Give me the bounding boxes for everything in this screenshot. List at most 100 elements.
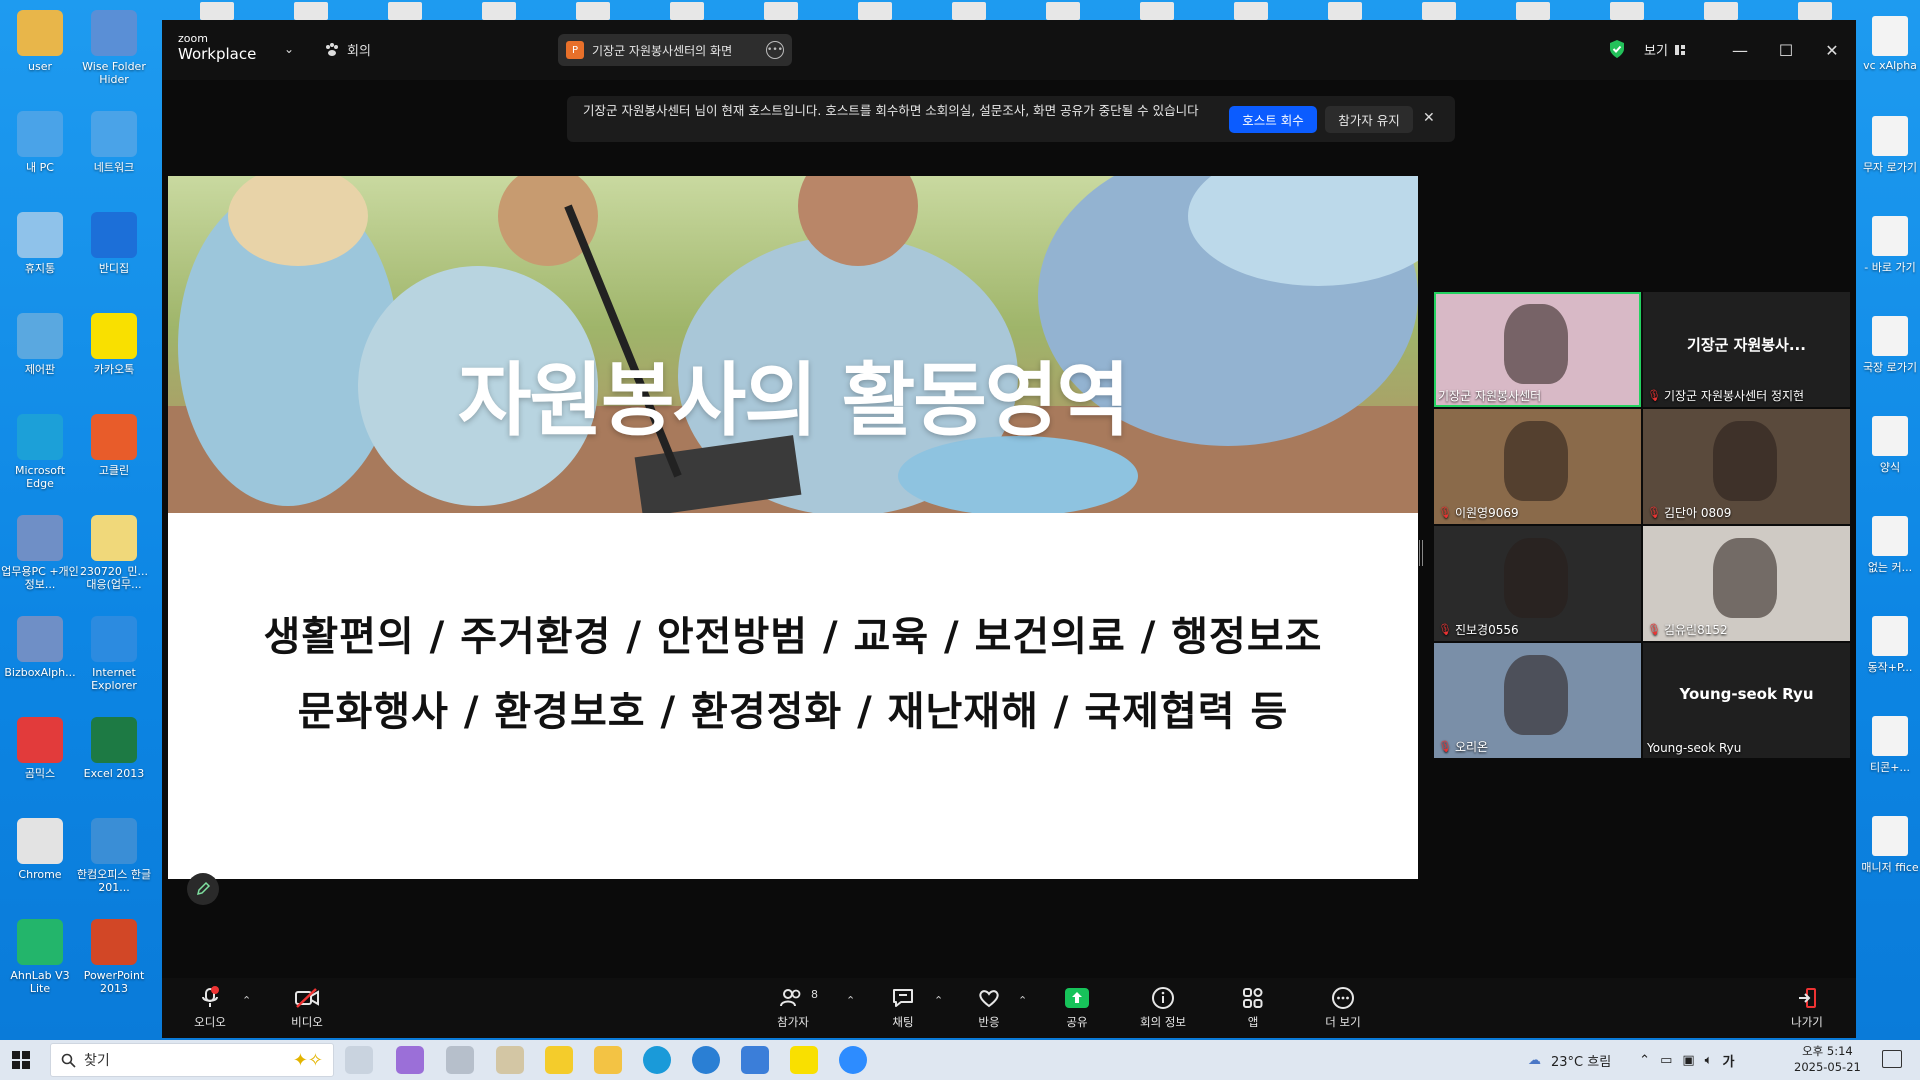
edge-icon <box>17 414 63 460</box>
shared-slide: 자원봉사의 활동영역 생활편의 / 주거환경 / 안전방범 / 교육 / 보건의… <box>168 176 1418 879</box>
participant-tile[interactable]: 🎙︎ 이원영9069 <box>1434 409 1641 524</box>
desktop-icon-label: 곰믹스 <box>24 767 56 780</box>
share-button[interactable]: 공유 <box>1042 986 1112 1030</box>
desktop-icon[interactable]: 카카오톡 <box>74 313 154 376</box>
view-button[interactable]: 보기 <box>1644 40 1686 59</box>
kakaotalk-taskbar-icon[interactable] <box>790 1046 818 1074</box>
reactions-options-caret[interactable]: ⌃ <box>1018 994 1027 1007</box>
desktop-icon[interactable]: 반디집 <box>74 212 154 275</box>
desktop-icon[interactable]: 티콘+... <box>1860 716 1920 775</box>
desktop-icon[interactable]: Microsoft Edge <box>0 414 80 490</box>
snipping-tool-icon[interactable] <box>446 1046 474 1074</box>
tray-chevron-icon[interactable]: ⌃ <box>1639 1053 1650 1068</box>
participant-tile[interactable]: 기장군 자원봉사센터 <box>1434 292 1641 407</box>
taskbar-search[interactable]: 찾기 ✦✧ <box>50 1043 334 1077</box>
meeting-tab[interactable]: 회의 <box>324 40 371 59</box>
paint-icon[interactable] <box>496 1046 524 1074</box>
desktop-icon[interactable]: 없는 커... <box>1860 516 1920 575</box>
chat-options-caret[interactable]: ⌃ <box>934 994 943 1007</box>
reactions-button[interactable]: 반응 <box>954 986 1024 1030</box>
video-button[interactable]: 비디오 <box>272 986 342 1030</box>
zoom-logo[interactable]: zoom Workplace <box>178 33 256 64</box>
participant-tile[interactable]: 🎙︎ 김단아 0809 <box>1643 409 1850 524</box>
leave-button[interactable]: 나가기 <box>1772 986 1842 1030</box>
clock[interactable]: 오후 5:14 2025-05-21 <box>1794 1043 1861 1075</box>
desktop-icon[interactable]: 무자 로가기 <box>1860 116 1920 175</box>
close-window-button[interactable]: ✕ <box>1814 34 1850 66</box>
participant-tile[interactable]: 🎙︎ 오리온 <box>1434 643 1641 758</box>
file-explorer-icon[interactable] <box>594 1046 622 1074</box>
phone-icon[interactable] <box>741 1046 769 1074</box>
desktop-icon[interactable]: 국장 로가기 <box>1860 316 1920 375</box>
reclaim-host-button[interactable]: 호스트 회수 <box>1229 106 1317 133</box>
desktop-icon[interactable]: PowerPoint 2013 <box>74 919 154 995</box>
desktop-icon[interactable]: Wise Folder Hider <box>74 10 154 86</box>
desktop-icon-label: 카카오톡 <box>93 363 135 376</box>
desktop-icon[interactable]: Chrome <box>0 818 80 881</box>
participant-tile[interactable]: 기장군 자원봉사... 🎙︎ 기장군 자원봉사센터 정지현 <box>1643 292 1850 407</box>
desktop-icon[interactable]: user <box>0 10 80 73</box>
messenger-icon[interactable] <box>692 1046 720 1074</box>
desktop-icon[interactable]: 내 PC <box>0 111 80 174</box>
weather-text[interactable]: 23°C 흐림 <box>1551 1051 1611 1070</box>
minimize-button[interactable]: — <box>1722 34 1758 66</box>
participants-label: 참가자 <box>777 1015 809 1029</box>
apps-button[interactable]: 앱 <box>1218 986 1288 1030</box>
desktop-icon-label: Excel 2013 <box>83 767 145 780</box>
task-view-icon[interactable] <box>345 1046 373 1074</box>
annotate-pen-button[interactable] <box>187 873 219 905</box>
keep-participant-button[interactable]: 참가자 유지 <box>1325 106 1413 133</box>
edge-taskbar-icon[interactable] <box>643 1046 671 1074</box>
desktop-icon[interactable]: 동작+P... <box>1860 616 1920 675</box>
zoom-titlebar: zoom Workplace ⌄ 회의 P 기장군 자원봉사센터의 화면 •••… <box>162 20 1856 80</box>
desktop-icon[interactable]: 네트워크 <box>74 111 154 174</box>
share-source-pill[interactable]: P 기장군 자원봉사센터의 화면 ••• <box>558 34 792 66</box>
close-icon[interactable]: ✕ <box>1423 110 1435 126</box>
participant-video <box>1504 538 1568 618</box>
desktop-icon[interactable]: 매니저 ffice <box>1860 816 1920 875</box>
network-icon[interactable]: ▣ <box>1682 1053 1694 1068</box>
participant-name: 김단아 0809 <box>1663 506 1732 520</box>
desktop-icon[interactable]: Internet Explorer <box>74 616 154 692</box>
desktop-icon[interactable]: AhnLab V3 Lite <box>0 919 80 995</box>
sticky-notes-icon[interactable] <box>545 1046 573 1074</box>
desktop-icon[interactable]: 제어판 <box>0 313 80 376</box>
split-resize-handle[interactable] <box>1419 540 1423 566</box>
desktop-icon[interactable]: 고클린 <box>74 414 154 477</box>
audio-button[interactable]: 오디오 <box>175 986 245 1030</box>
desktop-icon[interactable]: vc xAlpha <box>1860 16 1920 72</box>
speaker-icon[interactable]: 🔈︎ <box>1705 1053 1713 1068</box>
chevron-down-icon[interactable]: ⌄ <box>284 42 294 56</box>
participant-tile[interactable]: 🎙︎ 진보경0556 <box>1434 526 1641 641</box>
clock-date: 2025-05-21 <box>1794 1060 1861 1074</box>
desktop-icon[interactable]: Excel 2013 <box>74 717 154 780</box>
participant-tile[interactable]: 🎙︎ 김유린8152 <box>1643 526 1850 641</box>
desktop-icon[interactable]: 업무용PC +개인정보... <box>0 515 80 591</box>
desktop-icon[interactable]: 230720_민... 대응(업무... <box>74 515 154 591</box>
info-icon <box>1152 987 1174 1009</box>
host-banner-text: 기장군 자원봉사센터 님이 현재 호스트입니다. 호스트를 회수하면 소회의실,… <box>583 103 1199 118</box>
more-button[interactable]: 더 보기 <box>1308 986 1378 1030</box>
desktop-icon[interactable]: - 바로 가기 <box>1860 216 1920 275</box>
mic-muted-icon: 🎙︎ <box>1438 740 1452 753</box>
desktop-icon[interactable]: 한컴오피스 한글 201... <box>74 818 154 894</box>
desktop-icon[interactable]: 곰믹스 <box>0 717 80 780</box>
desktop-icon[interactable]: BizboxAlph... <box>0 616 80 679</box>
more-options-icon[interactable]: ••• <box>766 41 784 59</box>
zoom-taskbar-icon[interactable] <box>839 1046 867 1074</box>
participants-options-caret[interactable]: ⌃ <box>846 994 855 1007</box>
battery-icon[interactable]: ▭ <box>1660 1053 1672 1068</box>
desktop-icon[interactable]: 양식 <box>1860 416 1920 475</box>
copilot-icon[interactable] <box>396 1046 424 1074</box>
maximize-button[interactable]: ☐ <box>1768 34 1804 66</box>
desktop-icon[interactable]: 휴지통 <box>0 212 80 275</box>
chat-button[interactable]: 채팅 <box>868 986 938 1030</box>
participant-display-name: Young-seok Ryu <box>1679 685 1814 703</box>
ime-indicator[interactable]: 가 <box>1722 1051 1734 1070</box>
notifications-icon[interactable] <box>1882 1050 1902 1068</box>
audio-options-caret[interactable]: ⌃ <box>242 994 251 1007</box>
participant-tile[interactable]: Young-seok Ryu Young-seok Ryu <box>1643 643 1850 758</box>
windows-start-icon[interactable] <box>12 1051 30 1069</box>
security-shield-icon[interactable] <box>1608 39 1626 59</box>
meeting-info-button[interactable]: 회의 정보 <box>1128 986 1198 1030</box>
